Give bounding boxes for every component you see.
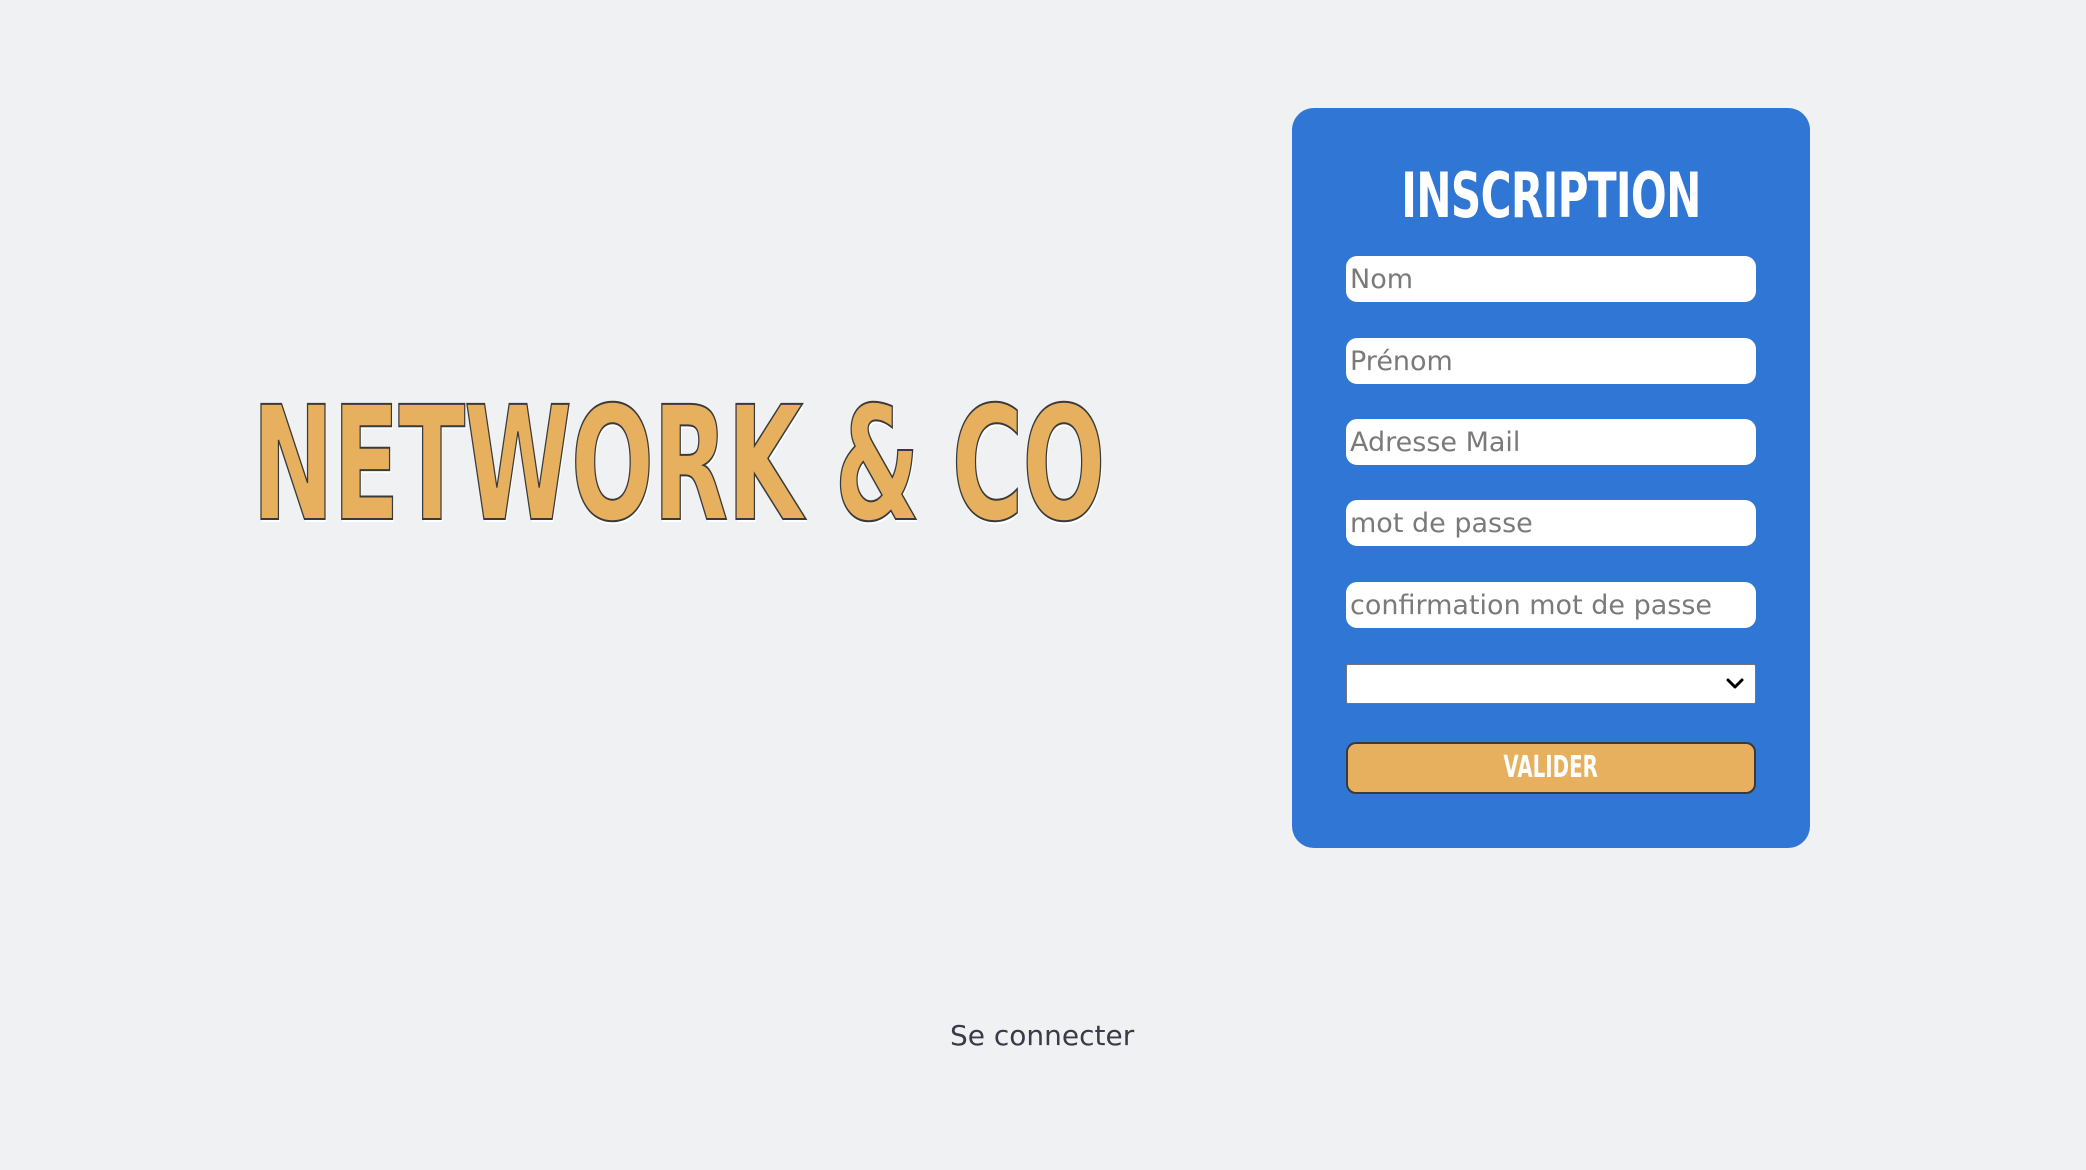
login-link[interactable]: Se connecter — [950, 1016, 1134, 1056]
prenom-input[interactable] — [1346, 338, 1756, 384]
nom-input[interactable] — [1346, 256, 1756, 302]
brand-title: NETWORK & CO — [251, 373, 1106, 557]
chevron-down-icon — [1726, 678, 1744, 689]
signup-page: NETWORK & CO INSCRIPTION VALIDER Se conn… — [0, 0, 2086, 1170]
password-input[interactable] — [1346, 500, 1756, 546]
password-confirm-input[interactable] — [1346, 582, 1756, 628]
valider-button[interactable]: VALIDER — [1346, 742, 1756, 794]
valider-button-label: VALIDER — [1503, 750, 1599, 785]
signup-title: INSCRIPTION — [1401, 159, 1701, 232]
role-select[interactable] — [1346, 664, 1756, 704]
email-input[interactable] — [1346, 419, 1756, 465]
